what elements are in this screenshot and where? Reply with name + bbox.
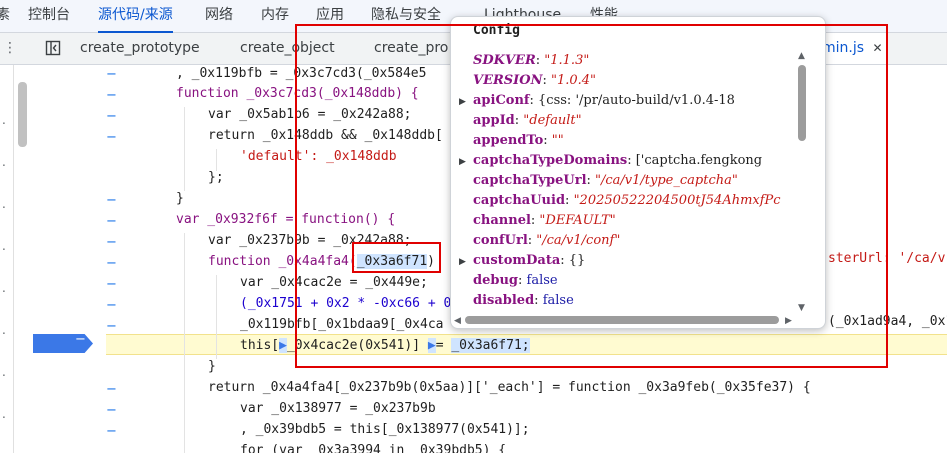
navigator-scrollbar[interactable]	[18, 82, 27, 147]
annotation-box-variable	[352, 242, 441, 273]
side-marker: .	[2, 407, 6, 421]
tab-memory[interactable]: 内存	[261, 0, 289, 33]
annotation-box-popover	[295, 24, 888, 368]
side-marker: .	[2, 155, 6, 169]
tab-network[interactable]: 网络	[205, 0, 233, 33]
file-tab-create-prototype[interactable]: create_prototype	[80, 33, 200, 64]
indent-guide	[184, 233, 185, 453]
side-marker: .	[2, 113, 6, 127]
code-text: , _0x39bdb5 = this[_0x138977(0x541)];	[240, 422, 530, 437]
tab-console[interactable]: 控制台	[28, 0, 70, 33]
code-text: for (var _0x3a3994 in _0x39bdb5) {	[240, 443, 507, 453]
code-text: this[	[240, 338, 280, 353]
code-line: }	[208, 356, 216, 377]
code-text: };	[208, 170, 224, 185]
code-line: for (var _0x3a3994 in _0x39bdb5) {	[240, 440, 506, 453]
code-line: }	[176, 188, 184, 209]
left-sidebar-strip: . . . . . . . .	[0, 65, 14, 453]
side-marker: .	[2, 281, 6, 295]
indent-guide	[184, 107, 185, 191]
code-line: return _0x4a4fa4[_0x237b9b(0x5aa)]['_eac…	[208, 377, 811, 398]
code-line: , _0x39bdb5 = this[_0x138977(0x541)];	[240, 419, 530, 440]
side-marker: .	[2, 323, 6, 337]
code-text: return _0x4a4fa4[_0x237b9b(0x5aa)]['_eac…	[208, 380, 811, 395]
tab-sources[interactable]: 源代码/来源	[98, 0, 173, 33]
breakpoint-marker[interactable]: −	[33, 334, 93, 353]
toggle-navigator-icon[interactable]	[40, 33, 66, 64]
code-text: var _0x138977 = _0x237b9b	[240, 401, 436, 416]
side-marker: .	[2, 365, 6, 379]
code-text: }	[176, 191, 184, 206]
side-marker: .	[2, 239, 6, 253]
side-marker: .	[2, 197, 6, 211]
code-text: }	[208, 359, 216, 374]
tab-partial-elements[interactable]: 素	[0, 0, 10, 33]
indent-guide	[216, 275, 217, 359]
more-options-icon[interactable]: ⋮	[0, 33, 20, 64]
inline-breakpoint-icon[interactable]: ▶	[279, 338, 287, 353]
line-gutter: − − − − − − − − − − − − − −	[30, 65, 117, 453]
code-line: var _0x138977 = _0x237b9b	[240, 398, 436, 419]
code-line: };	[208, 167, 224, 188]
breakpoint-dash: −	[75, 332, 86, 347]
